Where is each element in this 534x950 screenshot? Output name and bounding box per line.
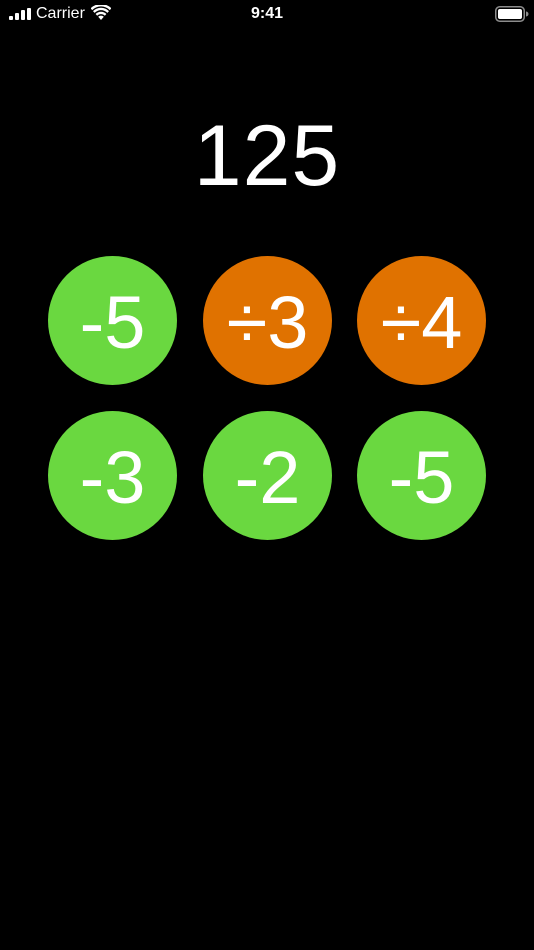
target-number: 125 bbox=[193, 108, 341, 204]
status-time: 9:41 bbox=[250, 5, 284, 22]
op-label: -5 bbox=[388, 435, 455, 519]
op-button-subtract-5-second[interactable]: -5 bbox=[357, 411, 486, 540]
operations-grid: -5 ÷3 ÷4 -3 -2 -5 bbox=[48, 256, 486, 540]
op-button-subtract-2[interactable]: -2 bbox=[203, 411, 332, 540]
op-label: ÷3 bbox=[226, 280, 309, 364]
op-label: -2 bbox=[234, 435, 301, 519]
op-label: -3 bbox=[79, 435, 146, 519]
op-label: ÷4 bbox=[380, 280, 463, 364]
battery-icon bbox=[495, 6, 529, 22]
op-button-divide-4[interactable]: ÷4 bbox=[357, 256, 486, 385]
op-button-divide-3[interactable]: ÷3 bbox=[203, 256, 332, 385]
op-label: -5 bbox=[79, 280, 146, 364]
op-button-subtract-5[interactable]: -5 bbox=[48, 256, 177, 385]
op-button-subtract-3[interactable]: -3 bbox=[48, 411, 177, 540]
status-bar: Carrier 9:41 bbox=[0, 0, 534, 28]
